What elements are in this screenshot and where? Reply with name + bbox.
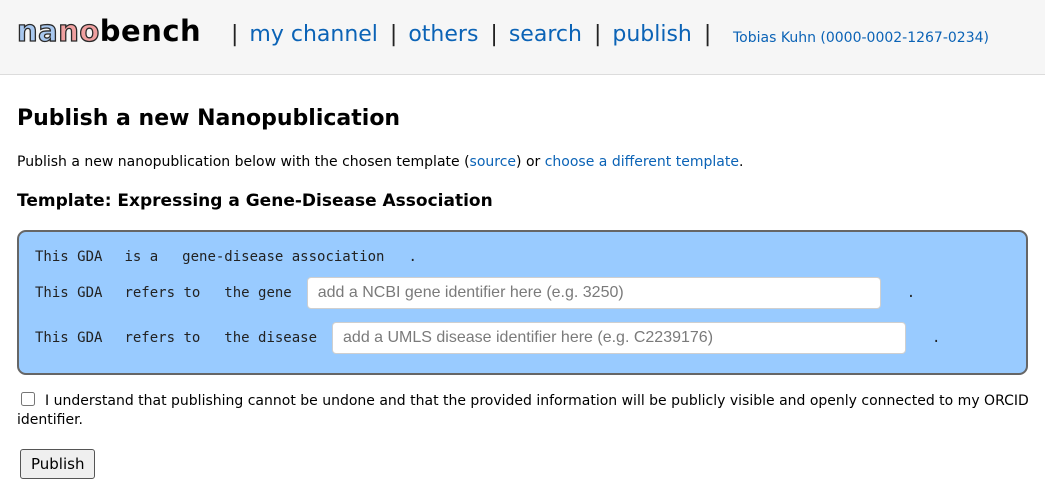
statement-object: gene-disease association (182, 249, 385, 265)
user-profile-link[interactable]: Tobias Kuhn (0000-0002-1267-0234) (733, 30, 989, 46)
statement-object: the disease (224, 330, 318, 346)
statement-end: . (408, 249, 417, 265)
choose-template-link[interactable]: choose a different template (545, 154, 739, 170)
statement-subject: This GDA (35, 249, 103, 265)
nav-separator: | (231, 22, 239, 47)
nav-my-channel[interactable]: my channel (249, 22, 378, 47)
intro-pre: Publish a new nanopublication below with… (17, 154, 470, 170)
consent-checkbox[interactable] (21, 392, 35, 406)
nav-search[interactable]: search (509, 22, 582, 47)
nav-separator: | (593, 22, 602, 47)
statement-predicate: refers to (124, 330, 201, 346)
template-title: Template: Expressing a Gene-Disease Asso… (17, 191, 493, 211)
nav-separator: | (389, 22, 398, 47)
intro-end: . (738, 154, 744, 170)
consent-row: I understand that publishing cannot be u… (17, 392, 1037, 430)
statement-end: . (906, 285, 916, 301)
nav-others[interactable]: others (408, 22, 478, 47)
statement-end: . (932, 330, 941, 346)
nav-separator: | (490, 22, 498, 47)
page-title: Publish a new Nanopublication (17, 106, 401, 131)
main-nav: | my channel | others | search | publish… (226, 22, 715, 47)
logo-nano: nano (16, 13, 100, 48)
nav-publish[interactable]: publish (612, 22, 692, 47)
statement-row: This GDA is a gene-disease association . (35, 249, 417, 265)
source-link[interactable]: source (470, 154, 517, 170)
gene-identifier-input[interactable] (306, 277, 881, 309)
intro-text: Publish a new nanopublication below with… (17, 154, 743, 170)
consent-label: I understand that publishing cannot be u… (17, 393, 1029, 428)
publish-button[interactable]: Publish (20, 449, 96, 479)
statement-object: the gene (224, 285, 292, 301)
intro-mid: ) or (516, 154, 545, 170)
header: nanobench | my channel | others | search… (0, 0, 1045, 75)
disease-identifier-input[interactable] (332, 322, 907, 354)
statement-row: This GDA refers to the gene . (35, 277, 915, 309)
statement-predicate: refers to (124, 285, 201, 301)
statement-subject: This GDA (35, 285, 103, 301)
statement-row: This GDA refers to the disease . (35, 322, 940, 354)
statement-predicate: is a (124, 249, 159, 265)
statement-subject: This GDA (35, 330, 103, 346)
nav-separator: | (703, 22, 712, 47)
template-form: This GDA is a gene-disease association .… (17, 230, 1028, 375)
logo-bench: bench (99, 14, 202, 48)
nanobench-logo[interactable]: nanobench (16, 13, 202, 48)
